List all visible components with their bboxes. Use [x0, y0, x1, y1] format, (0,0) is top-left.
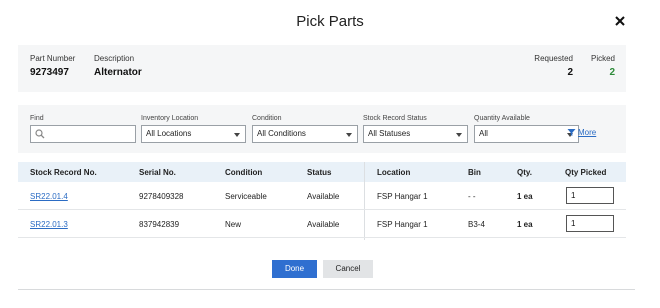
quantity-available-select[interactable]: All: [474, 125, 579, 143]
part-number-block: Part Number 9273497: [30, 54, 75, 78]
find-label: Find: [30, 115, 44, 122]
bin-cell: B3-4: [468, 220, 485, 229]
inventory-location-select[interactable]: All Locations: [141, 125, 246, 143]
description-value: Alternator: [94, 67, 142, 78]
filter-icon: [567, 129, 576, 136]
qty-cell: 1 ea: [517, 220, 533, 229]
picked-value: 2: [609, 67, 615, 78]
condition-select[interactable]: All Conditions: [252, 125, 358, 143]
dropdown-caret-icon: [456, 133, 462, 137]
qty-picked-input[interactable]: 1: [566, 215, 614, 232]
requested-value: 2: [567, 67, 573, 78]
condition-filter: Condition All Conditions: [252, 115, 358, 143]
description-block: Description Alternator: [94, 54, 142, 78]
status-cell: Available: [307, 220, 340, 229]
table-body: SR22.01.4 9278409328 Serviceable Availab…: [18, 162, 626, 240]
serial-cell: 9278409328: [139, 192, 184, 201]
dropdown-caret-icon: [346, 133, 352, 137]
filter-bar: Find Inventory Location All Locations Co…: [18, 105, 626, 153]
location-cell: FSP Hangar 1: [377, 192, 428, 201]
serial-cell: 837942839: [139, 220, 180, 229]
stock-status-value: All Statuses: [368, 129, 411, 138]
search-input[interactable]: [30, 125, 136, 143]
quantity-available-value: All: [479, 129, 488, 138]
col-bin: Bin: [468, 168, 481, 177]
stock-status-select[interactable]: All Statuses: [363, 125, 468, 143]
qty-picked-input[interactable]: 1: [566, 187, 614, 204]
col-status: Status: [307, 168, 332, 177]
search-icon: [35, 129, 45, 139]
modal-title: Pick Parts: [296, 13, 364, 30]
table-header: Stock Record No. Serial No. Condition St…: [18, 162, 626, 182]
cancel-button[interactable]: Cancel: [323, 260, 373, 278]
more-filters-button[interactable]: More: [567, 128, 596, 137]
stock-status-label: Stock Record Status: [363, 115, 427, 122]
col-stock-record: Stock Record No.: [30, 168, 97, 177]
condition-filter-value: All Conditions: [257, 129, 306, 138]
location-cell: FSP Hangar 1: [377, 220, 428, 229]
col-qty: Qty.: [517, 168, 532, 177]
condition-cell: Serviceable: [225, 192, 267, 201]
bin-cell: - -: [468, 192, 476, 201]
stock-status-filter: Stock Record Status All Statuses: [363, 115, 468, 143]
table-row: SR22.01.3 837942839 New Available FSP Ha…: [18, 210, 626, 238]
part-number-value: 9273497: [30, 67, 69, 78]
description-label: Description: [94, 54, 135, 63]
close-icon[interactable]: [613, 14, 627, 28]
quantity-available-label: Quantity Available: [474, 115, 530, 122]
status-cell: Available: [307, 192, 340, 201]
qty-picked-value: 1: [571, 219, 576, 228]
stock-record-link[interactable]: SR22.01.3: [30, 220, 68, 229]
done-button[interactable]: Done: [272, 260, 317, 278]
picked-label: Picked: [590, 54, 615, 63]
picked-block: Picked 2: [588, 54, 615, 78]
footer-divider: [18, 289, 635, 290]
condition-filter-label: Condition: [252, 115, 282, 122]
col-qty-picked: Qty Picked: [565, 168, 607, 177]
more-filters-label: More: [578, 128, 597, 137]
requested-block: Requested 2: [534, 54, 573, 78]
stock-record-link[interactable]: SR22.01.4: [30, 192, 68, 201]
table-row: SR22.01.4 9278409328 Serviceable Availab…: [18, 182, 626, 210]
condition-cell: New: [225, 220, 242, 229]
find-filter: Find: [30, 115, 136, 143]
part-number-label: Part Number: [30, 54, 76, 63]
requested-label: Requested: [534, 54, 573, 63]
part-summary-panel: Part Number 9273497 Description Alternat…: [18, 45, 626, 92]
stock-records-table: Stock Record No. Serial No. Condition St…: [18, 162, 626, 240]
col-location: Location: [377, 168, 411, 177]
qty-picked-value: 1: [571, 191, 576, 200]
qty-cell: 1 ea: [517, 192, 533, 201]
col-condition: Condition: [225, 168, 263, 177]
col-serial: Serial No.: [139, 168, 176, 177]
dropdown-caret-icon: [234, 133, 240, 137]
quantity-available-filter: Quantity Available All: [474, 115, 579, 143]
inventory-location-label: Inventory Location: [141, 115, 199, 122]
inventory-location-value: All Locations: [146, 129, 192, 138]
inventory-location-filter: Inventory Location All Locations: [141, 115, 246, 143]
